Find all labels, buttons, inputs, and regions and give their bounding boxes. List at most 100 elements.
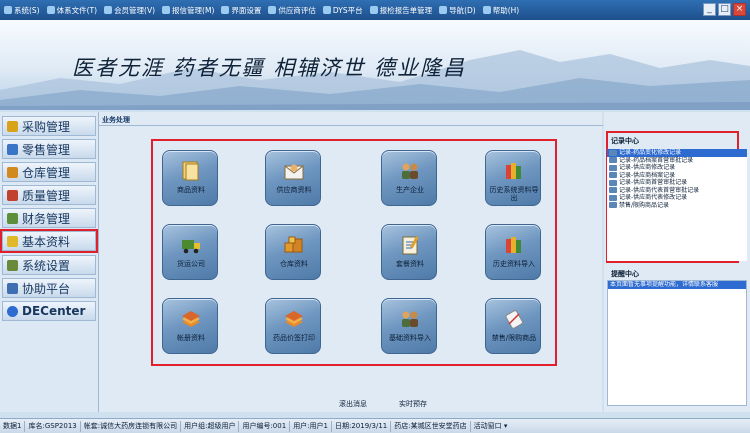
reminder-center-title: 提醒中心 xyxy=(611,270,639,278)
settings-icon xyxy=(7,259,18,271)
menu-item-docs[interactable]: 体系文件(T) xyxy=(46,5,98,16)
sidebar-item-assist[interactable]: 协助平台 xyxy=(2,278,96,298)
menu-item-label: 体系文件(T) xyxy=(56,5,98,15)
record-icon xyxy=(609,149,617,156)
platform-icon xyxy=(322,6,331,14)
window-controls: _ □ × xyxy=(701,3,746,16)
sidebar-item-quality[interactable]: 质量管理 xyxy=(2,185,96,205)
doc-icon xyxy=(46,6,55,14)
record-icon xyxy=(609,172,617,179)
sidebar-item-finance[interactable]: 财务管理 xyxy=(2,208,96,228)
maximize-button[interactable]: □ xyxy=(718,3,731,16)
list-item[interactable]: 禁售/限购商品记录 xyxy=(607,202,747,210)
scroll-message-link[interactable]: 滚出消息 xyxy=(339,399,367,409)
menu-item-member[interactable]: 会员管理(V) xyxy=(104,5,155,16)
sidebar-item-label: 协助平台 xyxy=(22,281,71,296)
menu-item-platform[interactable]: DYS平台 xyxy=(322,5,363,16)
report-icon xyxy=(369,6,378,14)
realtime-prestore-link[interactable]: 实时预存 xyxy=(399,399,427,409)
tile-label: 货运公司 xyxy=(177,260,205,268)
list-item[interactable]: 记录-供应商档案记录 xyxy=(607,172,747,180)
status-account: 帐套:诚信大药房连锁有限公司 xyxy=(81,420,182,432)
reminder-list: 本页面暂无事项提醒功能，详情联系客服 xyxy=(607,280,747,406)
sidebar-item-label: 仓库管理 xyxy=(22,165,71,180)
menu-item-nav[interactable]: 导航(D) xyxy=(439,5,476,16)
main-content: 业务处理 商品资料 供应商资料 生产企业 历史系统资料导出 货运公司 仓库资料 … xyxy=(98,112,603,412)
list-item[interactable]: 记录-供应商修改记录 xyxy=(607,164,747,172)
record-icon xyxy=(609,194,617,201)
retail-icon xyxy=(7,143,18,155)
finance-icon xyxy=(7,212,18,224)
nav-icon xyxy=(439,6,448,14)
close-button[interactable]: × xyxy=(733,3,746,16)
menu-item-report[interactable]: 报检报告单管理 xyxy=(369,5,433,16)
sidebar-item-basic-data[interactable]: 基本资料 xyxy=(0,229,98,253)
menu-item-label: 供应商评估 xyxy=(278,5,316,15)
sidebar-item-retail[interactable]: 零售管理 xyxy=(2,139,96,159)
minimize-button[interactable]: _ xyxy=(703,3,716,16)
tile-label: 基础资料导入 xyxy=(389,334,431,342)
tile-label: 帐册资料 xyxy=(177,334,205,342)
sidebar-item-label: 零售管理 xyxy=(22,142,71,157)
tile-label: 商品资料 xyxy=(177,186,205,194)
quality-icon xyxy=(7,189,18,201)
divider xyxy=(99,125,603,126)
sidebar-item-settings[interactable]: 系统设置 xyxy=(2,255,96,275)
warehouse-data-icon xyxy=(284,236,303,253)
ui-settings-icon xyxy=(221,6,230,14)
list-item[interactable]: 记录-药品变化修改记录 xyxy=(607,149,747,157)
tile-package-data[interactable]: 套餐资料 xyxy=(381,224,437,280)
tile-ledger-data[interactable]: 帐册资料 xyxy=(162,298,218,354)
price-tag-print-icon xyxy=(285,311,303,327)
sidebar-item-warehouse[interactable]: 仓库管理 xyxy=(2,162,96,182)
tile-restricted-goods[interactable]: 禁售/限购商品 xyxy=(485,298,541,354)
restricted-goods-icon xyxy=(505,310,523,329)
sidebar-item-label: DECenter xyxy=(22,304,86,318)
tile-history-export[interactable]: 历史系统资料导出 xyxy=(485,150,541,206)
decenter-icon xyxy=(7,305,18,317)
menu-item-label: DYS平台 xyxy=(332,5,363,15)
tile-basic-import[interactable]: 基础资料导入 xyxy=(381,298,437,354)
tile-history-import[interactable]: 历史资料导入 xyxy=(485,224,541,280)
status-bar: 数据1 库名:GSP2013 帐套:诚信大药房连锁有限公司 用户组:超级用户 用… xyxy=(0,418,750,433)
list-item[interactable]: 本页面暂无事项提醒功能，详情联系客服 xyxy=(608,281,746,289)
menu-item-ui-settings[interactable]: 界面设置 xyxy=(221,5,261,16)
sidebar-item-purchase[interactable]: 采购管理 xyxy=(2,116,96,136)
menu-item-label: 界面设置 xyxy=(231,5,262,15)
active-window-dropdown[interactable]: 活动窗口 ▾ xyxy=(471,421,511,432)
menu-item-label: 报检报告单管理 xyxy=(379,5,433,15)
tile-supplier-data[interactable]: 供应商资料 xyxy=(265,150,321,206)
menu-item-label: 报信管理(M) xyxy=(172,5,215,15)
list-item[interactable]: 记录-供应商代表修改记录 xyxy=(607,194,747,202)
tile-label: 药品价签打印 xyxy=(273,334,315,342)
menu-item-label: 帮助(H) xyxy=(492,5,520,15)
tile-goods-data[interactable]: 商品资料 xyxy=(162,150,218,206)
menu-item-label: 导航(D) xyxy=(449,5,476,15)
menu-item-supplier-eval[interactable]: 供应商评估 xyxy=(268,5,316,16)
tile-label: 历史资料导入 xyxy=(493,260,535,268)
record-icon xyxy=(609,179,617,186)
tile-freight-company[interactable]: 货运公司 xyxy=(162,224,218,280)
sidebar-item-label: 采购管理 xyxy=(22,119,71,134)
ledger-data-icon xyxy=(182,311,200,327)
list-item[interactable]: 记录-供应商首营审批记录 xyxy=(607,179,747,187)
list-item[interactable]: 记录-药品档案首营审批记录 xyxy=(607,157,747,165)
menu-item-system[interactable]: 系统(S) xyxy=(4,5,40,16)
supplier-data-icon xyxy=(284,164,304,180)
record-icon xyxy=(609,164,617,171)
menu-item-help[interactable]: 帮助(H) xyxy=(482,5,520,16)
tile-manufacturer[interactable]: 生产企业 xyxy=(381,150,437,206)
record-icon xyxy=(609,157,617,164)
sidebar-item-label: 基本资料 xyxy=(22,234,71,249)
warehouse-icon xyxy=(7,166,18,178)
manufacturer-icon xyxy=(402,163,418,179)
history-import-icon xyxy=(506,237,521,253)
sidebar-item-label: 质量管理 xyxy=(22,188,71,203)
list-item[interactable]: 记录-供应商代表首营审批记录 xyxy=(607,187,747,195)
tile-price-tag-print[interactable]: 药品价签打印 xyxy=(265,298,321,354)
tile-warehouse-data[interactable]: 仓库资料 xyxy=(265,224,321,280)
sidebar-item-decenter[interactable]: DECenter xyxy=(2,301,96,321)
menu-item-message[interactable]: 报信管理(M) xyxy=(162,5,214,16)
tile-label: 禁售/限购商品 xyxy=(491,334,537,342)
record-icon xyxy=(609,187,617,194)
